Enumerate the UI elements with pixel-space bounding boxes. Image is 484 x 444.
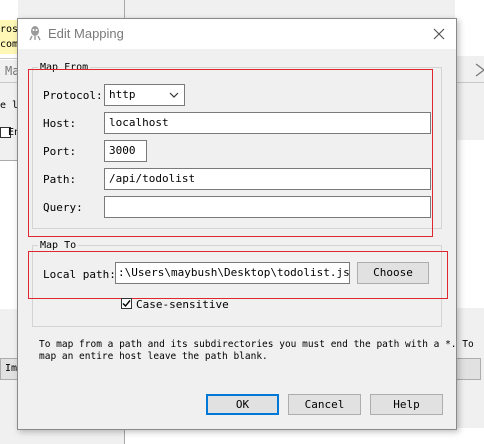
background-right-divider	[124, 0, 125, 18]
map-to-legend: Map To	[38, 240, 79, 251]
host-label: Host:	[43, 117, 77, 130]
background-bottom-divider	[124, 428, 125, 444]
path-input[interactable]: /api/todolist	[104, 168, 431, 190]
background-text-6: Im	[5, 363, 18, 374]
help-note-line-2: map an entire host leave the path blank.	[39, 351, 268, 362]
port-label: Port:	[43, 145, 77, 158]
local-path-input[interactable]: :\Users\maybush\Desktop\todolist.json	[115, 262, 350, 284]
background-divider-2	[0, 82, 18, 83]
choose-button[interactable]: Choose	[357, 262, 429, 284]
checkmark-icon	[122, 300, 131, 308]
background-list-area	[0, 160, 18, 309]
help-note-line-1: To map from a path and its subdirectorie…	[39, 339, 474, 350]
background-bottom-pane	[124, 428, 484, 444]
background-right-top-pane	[455, 0, 484, 56]
case-sensitive-checkbox[interactable]	[121, 298, 132, 309]
port-input[interactable]: 3000	[104, 140, 147, 162]
dialog-titlebar[interactable]: Edit Mapping	[18, 19, 456, 49]
background-text-2: com	[0, 39, 19, 50]
local-path-label: Local path:	[43, 268, 116, 281]
background-right-button	[455, 358, 481, 380]
background-right-divider-2	[455, 82, 484, 83]
help-button[interactable]: Help	[370, 394, 443, 415]
protocol-label: Protocol:	[43, 89, 103, 102]
host-input[interactable]: localhost	[104, 112, 431, 134]
protocol-value: http	[109, 88, 136, 101]
cancel-button[interactable]: Cancel	[288, 394, 361, 415]
query-label: Query:	[43, 201, 83, 214]
query-input[interactable]	[104, 196, 431, 218]
case-sensitive-label: Case-sensitive	[136, 298, 229, 311]
background-close-icon	[473, 63, 484, 77]
protocol-select[interactable]: http	[104, 84, 185, 106]
close-icon	[433, 28, 445, 40]
background-text-4: e l	[0, 100, 19, 111]
gecko-app-icon	[28, 25, 42, 41]
background-right-mid-pane	[455, 140, 484, 308]
path-label: Path:	[43, 173, 77, 186]
chevron-down-icon	[169, 92, 179, 98]
background-text-1: ros	[0, 24, 19, 35]
dialog-title: Edit Mapping	[48, 26, 124, 41]
edit-mapping-dialog: Edit Mapping Map From Protocol: http Hos…	[17, 18, 474, 430]
close-button[interactable]	[428, 23, 450, 45]
background-divider	[0, 58, 18, 59]
ok-button[interactable]: OK	[206, 394, 279, 415]
